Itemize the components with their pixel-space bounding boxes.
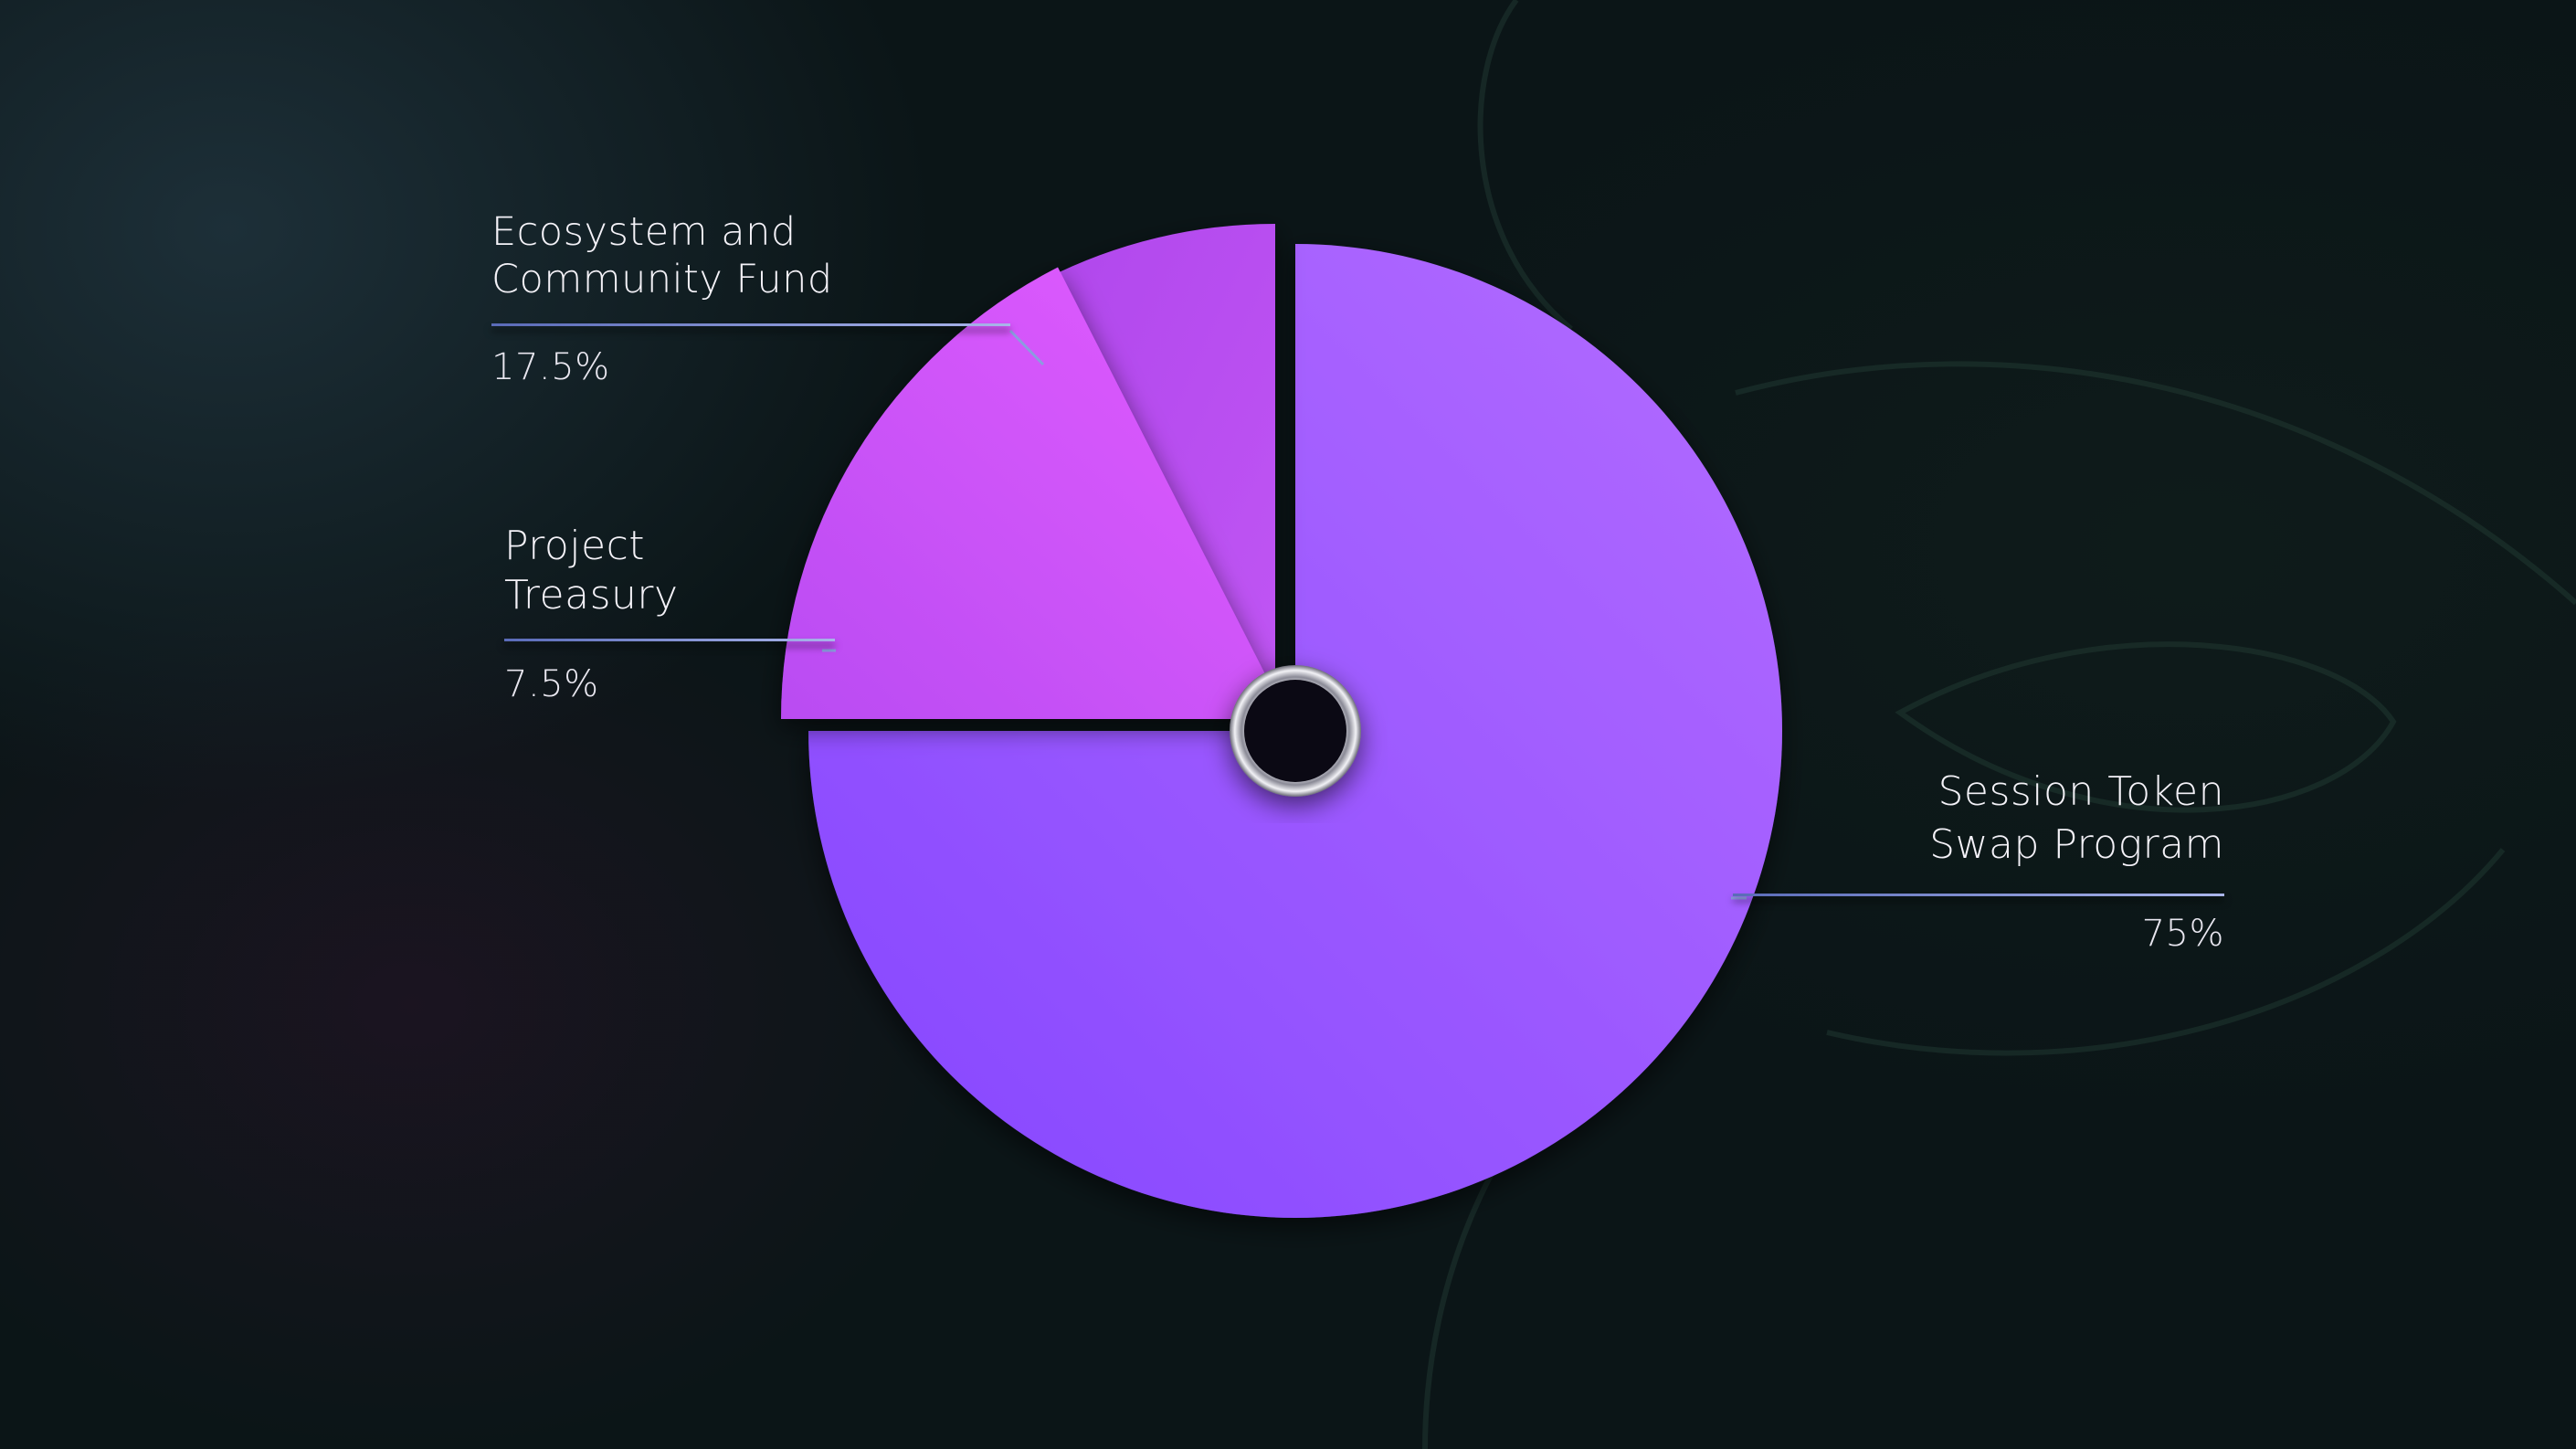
label-session-line-2: Swap Program [1929,821,2224,868]
pie-chart [781,224,1782,1218]
chart-canvas: Ecosystem and Community Fund 17.5% Proje… [0,0,2576,1449]
label-ecosystem-rule [491,323,1010,326]
label-treasury-rule [504,639,835,641]
center-hole [1244,680,1346,782]
label-ecosystem-line-2: Community Fund [491,257,833,302]
label-ecosystem-community-fund: Ecosystem and Community Fund 17.5% [491,208,1010,388]
label-session-rule [1733,894,2224,896]
label-ecosystem-value: 17.5% [491,346,610,388]
label-treasury-line-1: Project [504,523,646,569]
label-ecosystem-line-1: Ecosystem and [491,209,797,255]
label-project-treasury: Project Treasury 7.5% [504,522,835,705]
label-session-line-1: Session Token [1937,768,2224,815]
label-treasury-line-2: Treasury [504,572,679,619]
label-treasury-value: 7.5% [504,663,599,705]
label-session-token-swap-program: Session Token Swap Program 75% [1733,766,2224,955]
label-session-value: 75% [2141,913,2224,955]
